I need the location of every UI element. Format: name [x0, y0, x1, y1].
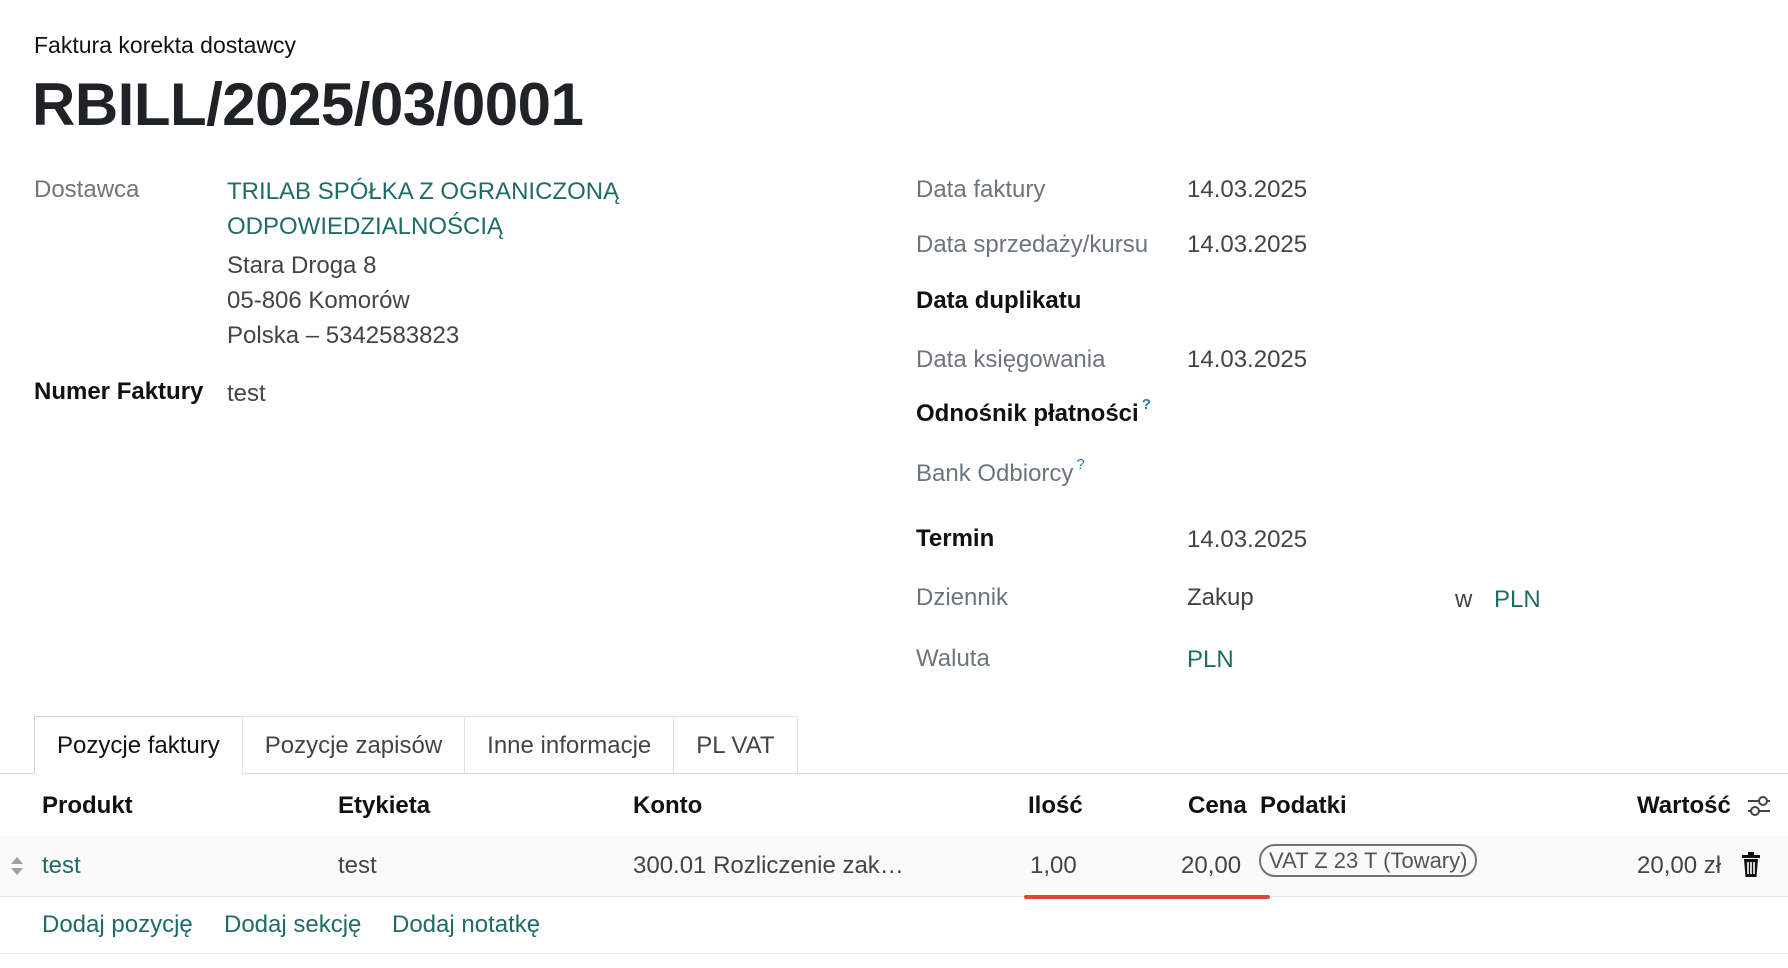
tab-other-info[interactable]: Inne informacje	[464, 716, 675, 774]
due-date-label: Termin	[916, 525, 995, 552]
vendor-label: Dostawca	[34, 176, 140, 203]
vendor-name-link-line2[interactable]: ODPOWIEDZIALNOŚCIĄ	[227, 213, 503, 241]
vendor-name-link-line1[interactable]: TRILAB SPÓŁKA Z OGRANICZONĄ	[227, 178, 619, 206]
table-add-actions: Dodaj pozycję Dodaj sekcję Dodaj notatkę	[0, 897, 1788, 954]
currency-label: Waluta	[916, 645, 990, 672]
invoice-date-field[interactable]: 14.03.2025	[1187, 176, 1307, 204]
payment-reference-label-text: Odnośnik płatności	[916, 400, 1139, 427]
line-price[interactable]: 20,00	[1181, 852, 1241, 880]
column-settings-icon[interactable]	[1745, 792, 1773, 820]
payment-reference-label: Odnośnik płatności?	[916, 396, 1151, 428]
col-header-quantity[interactable]: Ilość	[1028, 792, 1083, 820]
journal-currency-link[interactable]: PLN	[1494, 586, 1541, 614]
add-line-link[interactable]: Dodaj pozycję	[42, 911, 193, 939]
help-tooltip-icon[interactable]: ?	[1142, 396, 1151, 413]
posting-date-field[interactable]: 14.03.2025	[1187, 346, 1307, 374]
recipient-bank-label-text: Bank Odbiorcy	[916, 460, 1074, 487]
tab-invoice-lines[interactable]: Pozycje faktury	[34, 716, 243, 774]
line-quantity[interactable]: 1,00	[1030, 852, 1077, 880]
col-header-amount[interactable]: Wartość	[1637, 792, 1731, 820]
tab-journal-items[interactable]: Pozycje zapisów	[241, 716, 466, 774]
journal-label: Dziennik	[916, 584, 1009, 611]
tab-pl-vat[interactable]: PL VAT	[673, 716, 798, 774]
vendor-address-city: 05-806 Komorów	[227, 287, 410, 314]
line-product-link[interactable]: test	[42, 852, 81, 880]
line-tax-badge[interactable]: VAT Z 23 T (Towary)	[1259, 844, 1478, 877]
invoice-date-label: Data faktury	[916, 176, 1046, 203]
sale-date-field[interactable]: 14.03.2025	[1187, 231, 1307, 259]
lines-table-header: Produkt Etykieta Konto Ilość Cena Podatk…	[0, 774, 1788, 837]
sort-handle-icon[interactable]	[10, 854, 24, 878]
record-subtitle: Faktura korekta dostawcy	[34, 32, 297, 58]
vendor-address-country-vat: Polska – 5342583823	[227, 322, 460, 349]
duplicate-date-label: Data duplikatu	[916, 287, 1082, 314]
journal-in-word: w	[1455, 586, 1473, 613]
col-header-product[interactable]: Produkt	[42, 792, 133, 820]
sale-date-label: Data sprzedaży/kursu	[916, 231, 1149, 258]
col-header-label[interactable]: Etykieta	[338, 792, 430, 820]
recipient-bank-label: Bank Odbiorcy?	[916, 456, 1085, 488]
page-title: RBILL/2025/03/0001	[32, 71, 584, 138]
tax-badge-text: VAT Z 23 T (Towary)	[1259, 844, 1478, 877]
col-header-taxes[interactable]: Podatki	[1260, 792, 1347, 820]
col-header-account[interactable]: Konto	[633, 792, 702, 820]
journal-field[interactable]: Zakup	[1187, 584, 1254, 612]
due-date-field[interactable]: 14.03.2025	[1187, 526, 1307, 554]
invoice-number-field[interactable]: test	[227, 380, 266, 408]
notebook-tabs: Pozycje faktury Pozycje zapisów Inne inf…	[34, 716, 798, 774]
line-account[interactable]: 300.01 Rozliczenie zak…	[633, 852, 904, 880]
add-section-link[interactable]: Dodaj sekcję	[224, 911, 361, 939]
add-note-link[interactable]: Dodaj notatkę	[392, 911, 540, 939]
table-row[interactable]: test test 300.01 Rozliczenie zak… 1,00 2…	[0, 836, 1788, 897]
posting-date-label: Data księgowania	[916, 346, 1106, 373]
currency-field-link[interactable]: PLN	[1187, 646, 1234, 674]
vendor-address-street: Stara Droga 8	[227, 252, 377, 279]
line-amount: 20,00 zł	[1637, 852, 1722, 879]
col-header-price[interactable]: Cena	[1188, 792, 1247, 820]
help-tooltip-icon[interactable]: ?	[1076, 456, 1084, 473]
line-label[interactable]: test	[338, 852, 377, 880]
invoice-number-label: Numer Faktury	[34, 378, 204, 405]
trash-icon[interactable]	[1740, 852, 1762, 878]
